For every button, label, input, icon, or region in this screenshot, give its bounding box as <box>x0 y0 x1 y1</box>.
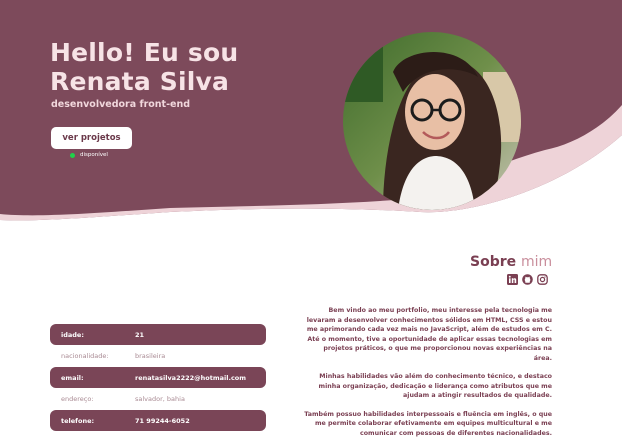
info-label: nacionalidade: <box>61 351 109 360</box>
profile-photo <box>343 32 521 210</box>
about-title-accent: mim <box>521 254 553 270</box>
status-text: disponível <box>80 152 108 158</box>
hero-subtitle: desenvolvedora front-end <box>51 99 191 110</box>
about-text: Bem vindo ao meu portfolio, meu interess… <box>304 306 552 447</box>
info-row-email: email: renatasilva2222@hotmail.com <box>50 367 266 388</box>
info-value: salvador, bahia <box>135 394 185 403</box>
info-row-nationality: nacionalidade: brasileira <box>50 345 266 366</box>
info-value[interactable]: renatasilva2222@hotmail.com <box>135 374 246 382</box>
view-projects-button[interactable]: ver projetos <box>51 127 132 149</box>
hero-title: Hello! Eu sou Renata Silva <box>50 38 238 96</box>
hero-background <box>0 0 622 221</box>
about-paragraph: Também possuo habilidades interpessoais … <box>304 410 552 437</box>
info-value: 21 <box>135 330 145 339</box>
info-label: email: <box>61 373 84 382</box>
about-paragraph: Bem vindo ao meu portfolio, meu interess… <box>306 307 552 362</box>
info-row-address: endereço: salvador, bahia <box>50 388 266 409</box>
instagram-icon[interactable] <box>537 274 548 285</box>
hero-greeting: Hello! Eu sou <box>50 38 239 67</box>
info-row-phone: telefone: 71 99244-6052 <box>50 410 266 431</box>
hero-name: Renata Silva <box>50 67 230 96</box>
about-title: Sobre mim <box>470 254 552 270</box>
about-paragraph: Minhas habilidades vão além do conhecime… <box>318 373 552 399</box>
info-value: 71 99244-6052 <box>135 416 190 425</box>
info-label: telefone: <box>61 416 95 425</box>
info-value: brasileira <box>135 351 166 360</box>
info-label: idade: <box>61 330 84 339</box>
info-row-age: idade: 21 <box>50 324 266 345</box>
github-icon[interactable] <box>522 274 533 285</box>
linkedin-icon[interactable] <box>507 274 518 285</box>
availability-status: disponível <box>70 152 108 158</box>
social-links <box>507 274 548 285</box>
info-label: endereço: <box>61 394 94 403</box>
status-dot-icon <box>70 152 75 158</box>
about-title-main: Sobre <box>470 254 517 270</box>
